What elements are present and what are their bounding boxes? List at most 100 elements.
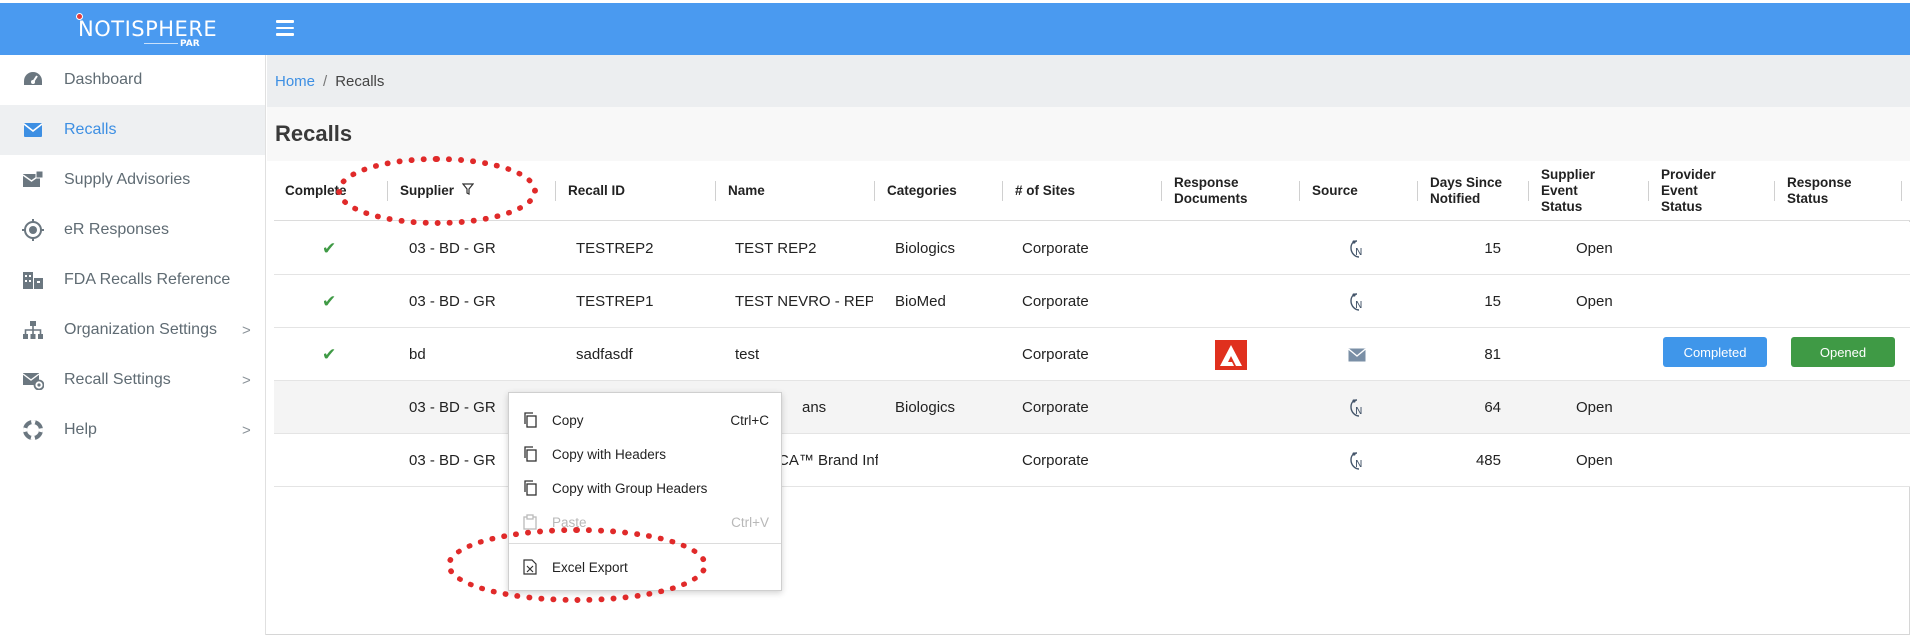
logo-sub-line xyxy=(144,43,178,44)
column-header-provider-event-status[interactable]: Provider Event Status xyxy=(1650,161,1774,221)
column-header-days-since-notified[interactable]: Days Since Notified xyxy=(1419,161,1529,221)
context-menu-excel-export[interactable]: Excel Export xyxy=(509,550,781,584)
page-title-bar: Recalls xyxy=(267,107,1910,161)
days-cell: 64 xyxy=(1484,399,1501,416)
source-notisphere-icon: N xyxy=(1342,275,1372,328)
breadcrumb-current: Recalls xyxy=(335,73,385,90)
days-cell: 15 xyxy=(1484,240,1501,257)
recall-id-cell: sadfasdf xyxy=(576,346,633,363)
svg-text:N: N xyxy=(1355,247,1362,258)
column-header-supplier-event-status[interactable]: Supplier Event Status xyxy=(1530,161,1647,221)
sidebar-item-label: eR Responses xyxy=(64,221,169,238)
sidebar-item-label: Recall Settings xyxy=(64,371,171,388)
recall-id-cell: TESTREP2 xyxy=(576,240,654,257)
sites-cell: Corporate xyxy=(1022,399,1089,416)
days-cell: 15 xyxy=(1484,293,1501,310)
source-notisphere-icon: N xyxy=(1342,434,1372,487)
sidebar-item-supply-advisories[interactable]: Supply Advisories xyxy=(0,155,265,205)
name-cell: TEST REP2 xyxy=(735,240,817,257)
sidebar-item-organization-settings[interactable]: Organization Settings > xyxy=(0,305,265,355)
grid-header: Complete Supplier Recall ID Name Categor… xyxy=(274,161,1910,221)
svg-text:N: N xyxy=(1355,406,1362,417)
filter-icon[interactable] xyxy=(461,183,475,199)
copy-icon xyxy=(524,480,537,496)
sidebar-item-er-responses[interactable]: eR Responses xyxy=(0,205,265,255)
envelope-icon xyxy=(20,117,46,143)
copy-icon xyxy=(524,412,537,428)
logo-sub: PAR xyxy=(180,39,200,49)
sidebar-item-recall-settings[interactable]: Recall Settings > xyxy=(0,355,265,405)
supplier-cell: 03 - BD - GR xyxy=(409,240,496,257)
supplier-cell: bd xyxy=(409,346,426,363)
table-row[interactable]: ✔ 03 - BD - GR TESTREP1 TEST NEVRO - REP… xyxy=(274,275,1910,328)
notisphere-logo[interactable]: NOTISPHERE PAR xyxy=(72,13,217,49)
sites-cell: Corporate xyxy=(1022,452,1089,469)
page-title: Recalls xyxy=(275,121,353,146)
name-cell: test xyxy=(735,346,760,363)
check-icon: ✔ xyxy=(322,238,337,258)
context-menu-copy-with-group-headers[interactable]: Copy with Group Headers xyxy=(509,471,781,505)
table-row[interactable]: ✔ 03 - BD - GR TESTREP2 TEST REP2 Biolog… xyxy=(274,222,1910,275)
sidebar-item-dashboard[interactable]: Dashboard xyxy=(0,55,265,105)
chevron-right-icon: > xyxy=(242,321,251,339)
column-header-recall-id[interactable]: Recall ID xyxy=(557,161,712,221)
excel-icon xyxy=(523,559,537,575)
dashboard-icon xyxy=(20,67,46,93)
source-notisphere-icon: N xyxy=(1342,222,1372,275)
sites-cell: Corporate xyxy=(1022,293,1089,310)
supplier-cell: 03 - BD - GR xyxy=(409,293,496,310)
context-menu-paste: Paste Ctrl+V xyxy=(509,505,781,539)
sidebar-item-label: Dashboard xyxy=(64,71,143,88)
hamburger-menu-icon[interactable] xyxy=(276,20,294,38)
building-icon xyxy=(20,267,46,293)
copy-icon xyxy=(524,446,537,462)
source-notisphere-icon: N xyxy=(1342,381,1372,434)
sidebar-item-label: Organization Settings xyxy=(64,321,217,338)
categories-cell: Biologics xyxy=(895,399,956,416)
chevron-right-icon: > xyxy=(242,371,251,389)
column-header-sites[interactable]: # of Sites xyxy=(1004,161,1159,221)
supplier-status-cell: Open xyxy=(1576,240,1613,257)
context-menu-divider xyxy=(509,543,781,544)
name-cell: CA™ Brand Infu xyxy=(778,452,878,469)
source-mail-icon xyxy=(1342,328,1372,381)
sidebar: Dashboard Recalls Supply Advisories eR R… xyxy=(0,55,266,635)
column-header-complete[interactable]: Complete xyxy=(274,161,384,221)
logo-text: NOTISPHERE xyxy=(78,17,218,41)
response-status-opened-badge[interactable]: Opened xyxy=(1791,337,1895,367)
org-chart-icon xyxy=(20,317,46,343)
context-menu-copy-with-headers[interactable]: Copy with Headers xyxy=(509,437,781,471)
sidebar-item-label: FDA Recalls Reference xyxy=(64,271,231,288)
column-header-source[interactable]: Source xyxy=(1301,161,1416,221)
pdf-document-icon[interactable] xyxy=(1211,328,1251,381)
sidebar-item-label: Recalls xyxy=(64,121,117,138)
sites-cell: Corporate xyxy=(1022,240,1089,257)
sidebar-item-help[interactable]: Help > xyxy=(0,405,265,455)
provider-status-completed-badge[interactable]: Completed xyxy=(1663,337,1767,367)
column-header-categories[interactable]: Categories xyxy=(876,161,1001,221)
column-header-supplier[interactable]: Supplier xyxy=(389,161,549,221)
breadcrumb: Home / Recalls xyxy=(267,55,1910,107)
column-header-response-status[interactable]: Response Status xyxy=(1776,161,1900,221)
sidebar-item-label: Help xyxy=(64,421,97,438)
advisory-icon xyxy=(20,167,46,193)
days-cell: 485 xyxy=(1475,452,1501,469)
days-cell: 81 xyxy=(1484,346,1501,363)
table-row[interactable]: ✔ bd sadfasdf test Corporate 81 Complete… xyxy=(274,328,1910,381)
context-menu: Copy Ctrl+C Copy with Headers Copy with … xyxy=(508,392,782,591)
breadcrumb-home-link[interactable]: Home xyxy=(275,73,315,90)
svg-text:N: N xyxy=(1355,300,1362,311)
sidebar-item-recalls[interactable]: Recalls xyxy=(0,105,265,155)
column-header-name[interactable]: Name xyxy=(717,161,872,221)
breadcrumb-separator: / xyxy=(323,73,328,90)
paste-icon xyxy=(523,514,537,530)
recall-id-cell: TESTREP1 xyxy=(576,293,654,310)
target-icon xyxy=(20,217,46,243)
sidebar-item-label: Supply Advisories xyxy=(64,171,191,188)
supplier-status-cell: Open xyxy=(1576,452,1613,469)
svg-text:N: N xyxy=(1355,459,1362,470)
supplier-status-cell: Open xyxy=(1576,293,1613,310)
column-header-response-documents[interactable]: Response Documents xyxy=(1163,161,1298,221)
sidebar-item-fda-recalls-reference[interactable]: FDA Recalls Reference xyxy=(0,255,265,305)
context-menu-copy[interactable]: Copy Ctrl+C xyxy=(509,403,781,437)
